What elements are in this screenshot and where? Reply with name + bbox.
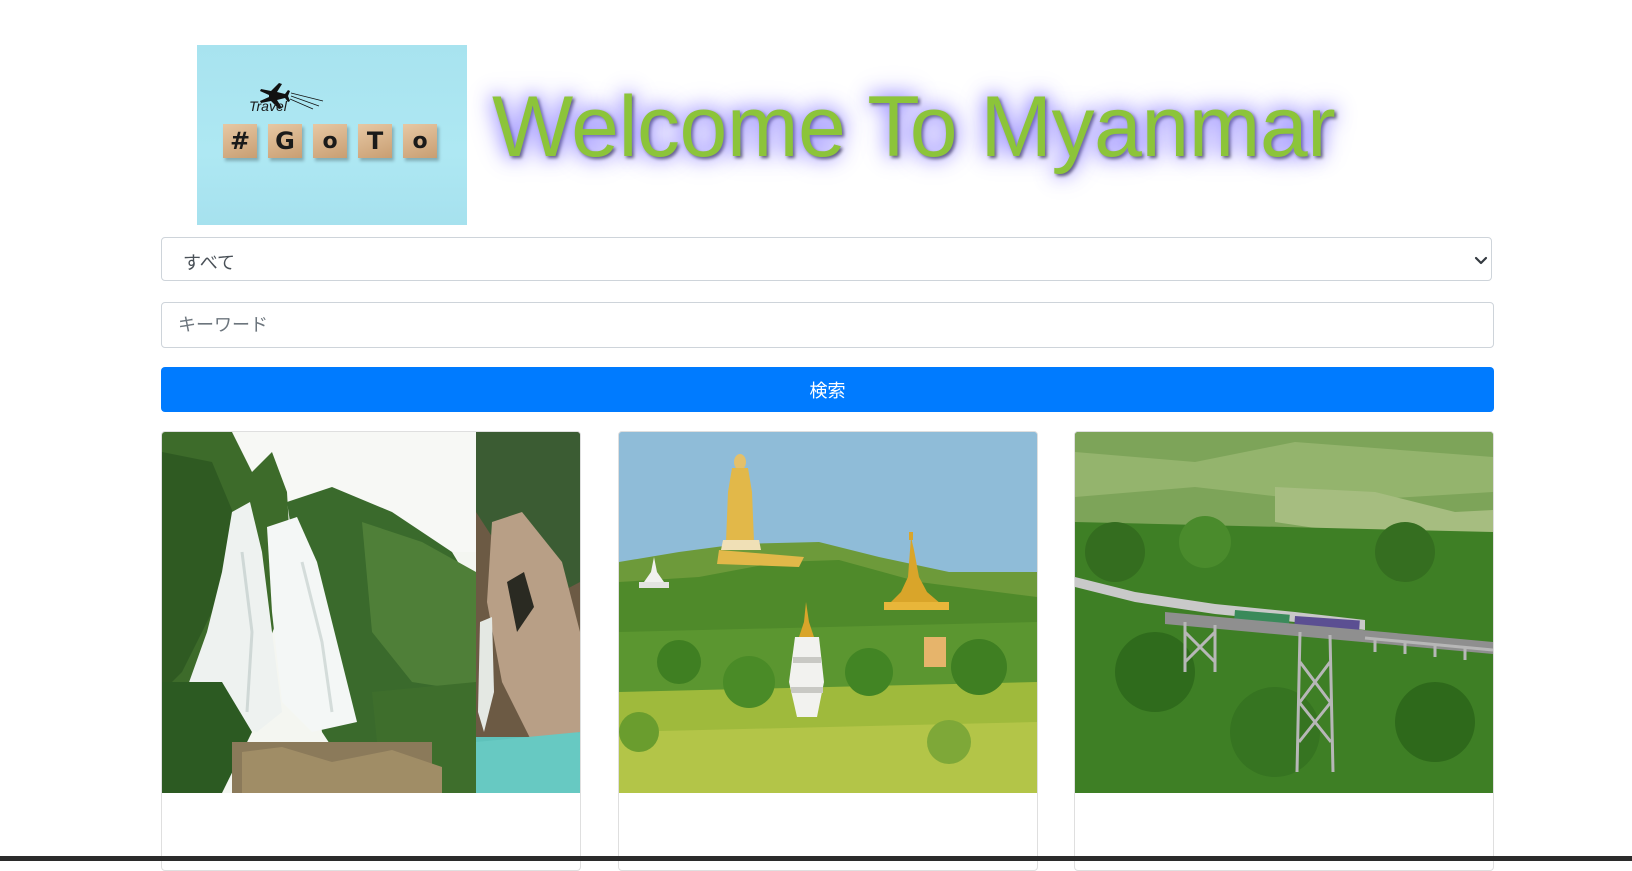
chevron-down-icon [1474,256,1488,265]
destination-card[interactable] [161,431,581,871]
logo-block: T [358,124,392,158]
keyword-input[interactable] [161,302,1494,348]
scrollbar-track [1568,0,1632,861]
standing-buddha-pagoda-photo [619,432,1037,793]
logo-block: o [403,124,437,158]
logo-travel-text: Travel [249,98,287,114]
waterfall-photo [162,432,580,793]
travel-goto-logo: Travel # G o T o [197,45,467,225]
search-button[interactable]: 検索 [161,367,1494,412]
logo-block: G [268,124,302,158]
destination-card[interactable] [618,431,1038,871]
railway-viaduct-photo [1075,432,1493,793]
logo-blocks: # G o T o [223,124,437,158]
category-select[interactable]: すべて [161,237,1492,281]
window-bottom-edge [0,856,1632,861]
logo-block: o [313,124,347,158]
category-select-value: すべて [183,253,236,274]
destination-card[interactable] [1074,431,1494,871]
page-title: Welcome To Myanmar [492,79,1336,175]
logo-block: # [223,124,257,158]
page: Travel # G o T o Welcome To Myanmar すべて … [0,0,1568,871]
